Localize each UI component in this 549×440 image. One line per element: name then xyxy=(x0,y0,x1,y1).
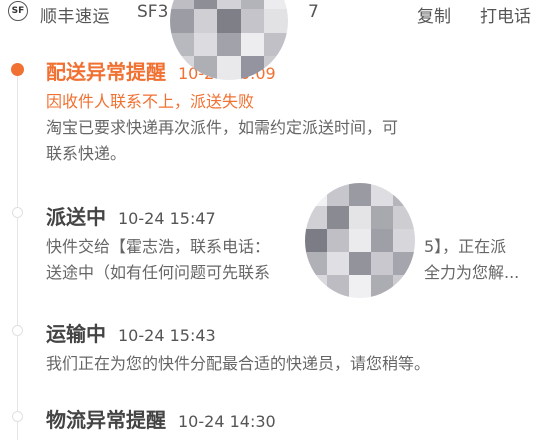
event-time: 10-24 14:30 xyxy=(178,412,276,431)
event-detail-line: 快件交给【霍志浩，联系电话： xyxy=(46,237,271,256)
event-detail-line: 淘宝已要求快递再次派件，如需约定派送时间，可 xyxy=(46,118,399,137)
tracking-number-prefix: SF3 xyxy=(137,2,169,22)
event-detail-line: 全力为您解... xyxy=(424,263,520,282)
timeline-event: 派送中 10-24 15:47 快件交给【霍志浩，联系电话： 送途中（如有任何问… xyxy=(46,201,536,286)
sf-logo-icon: SF xyxy=(8,1,28,21)
privacy-mosaic xyxy=(305,183,415,298)
event-title: 运输中 xyxy=(46,322,106,346)
timeline-dot xyxy=(12,411,23,422)
event-detail-line: 送途中（如有任何问题可先联系 xyxy=(46,263,271,282)
event-detail-line: 5】，正在派 xyxy=(424,237,507,256)
event-time: 10-24 15:47 xyxy=(118,209,216,228)
timeline-event: 配送异常提醒 10-24 16:09 因收件人联系不上，派送失败 淘宝已要求快递… xyxy=(46,56,536,167)
tracking-number-suffix: 7 xyxy=(308,2,319,22)
call-button[interactable]: 打电话 xyxy=(480,2,531,27)
event-detail-line: 我们正在为您的快件分配最合适的快递员，请您稍等。 xyxy=(46,354,431,373)
timeline-dot xyxy=(12,325,23,336)
event-title: 派送中 xyxy=(46,205,106,229)
timeline-event: 物流异常提醒 10-24 14:30 xyxy=(46,404,536,433)
event-title: 物流异常提醒 xyxy=(46,408,166,432)
event-time: 10-24 15:43 xyxy=(118,326,216,345)
event-alert-text: 因收件人联系不上，派送失败 xyxy=(46,92,255,111)
event-title: 配送异常提醒 xyxy=(46,60,166,84)
timeline-dot xyxy=(12,207,23,218)
carrier-name: 顺丰速运 xyxy=(40,7,110,27)
timeline-dot-active xyxy=(11,63,24,76)
timeline-event: 运输中 10-24 15:43 我们正在为您的快件分配最合适的快递员，请您稍等。 xyxy=(46,318,536,377)
timeline-line xyxy=(17,70,18,440)
copy-button[interactable]: 复制 xyxy=(417,2,451,27)
event-detail-line: 联系快递。 xyxy=(46,144,127,163)
